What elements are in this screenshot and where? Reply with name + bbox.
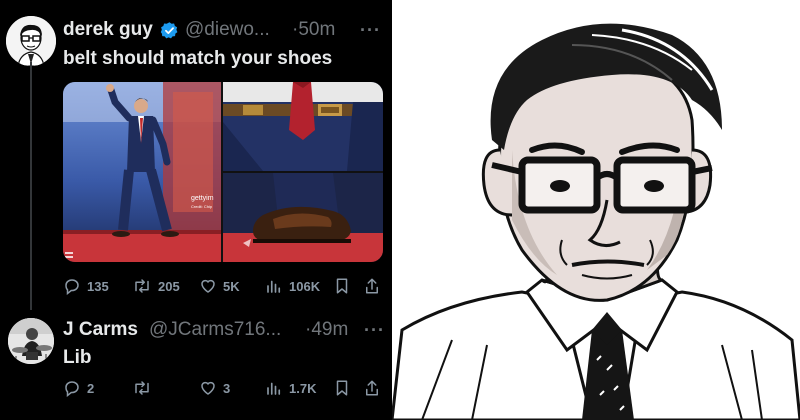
tweet-1-time[interactable]: ·50m bbox=[292, 19, 335, 41]
tweet-1-bookmark-button[interactable] bbox=[334, 277, 350, 295]
tweet-1-share-button[interactable] bbox=[364, 277, 380, 295]
tweet-1-like-button[interactable]: 5K bbox=[199, 277, 240, 295]
thread-connector-line bbox=[30, 62, 32, 310]
tweet-1-retweet-count: 205 bbox=[158, 278, 180, 294]
share-icon bbox=[366, 380, 378, 396]
share-icon bbox=[366, 278, 378, 294]
tweet-2-reply-count: 2 bbox=[87, 380, 95, 396]
bookmark-icon bbox=[336, 380, 348, 396]
tweet-2-like-count: 3 bbox=[223, 380, 231, 396]
views-icon bbox=[267, 280, 281, 293]
tweet-1-more-button[interactable]: ··· bbox=[360, 20, 381, 41]
tweet-1-views-button[interactable]: 106K bbox=[265, 277, 320, 295]
retweet-icon bbox=[135, 279, 149, 293]
reply-icon bbox=[65, 381, 79, 397]
illustrated-man-avatar-icon bbox=[6, 16, 56, 66]
tweet-1-handle[interactable]: @diewo... bbox=[185, 19, 270, 41]
retweet-icon bbox=[135, 381, 149, 395]
tweet-1-like-count: 5K bbox=[223, 278, 240, 294]
tweet-1-text: belt should match your shoes bbox=[63, 48, 333, 69]
man-with-glasses-illustration bbox=[392, 0, 800, 420]
tweet-2-like-button[interactable]: 3 bbox=[199, 379, 230, 397]
tweet-2-display-name[interactable]: J Carms bbox=[63, 319, 138, 341]
getty-credit: Credit: Chip bbox=[191, 204, 213, 209]
views-icon bbox=[267, 382, 281, 395]
tweet-2-views-count: 1.7K bbox=[289, 380, 317, 396]
tweet-2-more-button[interactable]: ··· bbox=[364, 320, 385, 341]
reply-icon bbox=[65, 279, 79, 295]
tweet-2-share-button[interactable] bbox=[364, 379, 380, 397]
verified-badge-icon bbox=[160, 21, 179, 45]
tweet-2-reply-button[interactable]: 2 bbox=[63, 379, 94, 397]
getty-watermark: gettyim bbox=[191, 195, 214, 202]
derek-guy-avatar[interactable] bbox=[6, 16, 56, 66]
tweet-2-text: Lib bbox=[63, 347, 92, 368]
tweet-2-retweet-button[interactable] bbox=[132, 379, 158, 397]
tweet-1-retweet-button[interactable]: 205 bbox=[132, 277, 180, 295]
tweet-2-views-button[interactable]: 1.7K bbox=[265, 379, 316, 397]
tweet-thread: derek guy @diewo... ·50m ··· belt should… bbox=[0, 0, 392, 420]
tweet-1-reply-count: 135 bbox=[87, 278, 109, 294]
j-carms-avatar[interactable] bbox=[8, 318, 54, 364]
tweet-1-display-name[interactable]: derek guy bbox=[63, 19, 153, 41]
tweet-1-media-grid[interactable]: gettyim Credit: Chip bbox=[63, 82, 383, 262]
tweet-2-handle[interactable]: @JCarms716... bbox=[149, 319, 281, 341]
like-icon bbox=[201, 279, 215, 293]
tweet-2-time[interactable]: ·49m bbox=[305, 319, 348, 341]
media-photo-shoe-closeup[interactable] bbox=[223, 173, 383, 262]
tweet-1-reply-button[interactable]: 135 bbox=[63, 277, 109, 295]
illustrated-portrait bbox=[392, 0, 800, 420]
drummer-photo-avatar-icon bbox=[8, 318, 54, 364]
media-photo-belt-closeup[interactable] bbox=[223, 82, 383, 171]
like-icon bbox=[201, 381, 215, 395]
bookmark-icon bbox=[336, 278, 348, 294]
tweet-1-views-count: 106K bbox=[289, 278, 321, 294]
tweet-2-bookmark-button[interactable] bbox=[334, 379, 350, 397]
media-photo-stage-walk[interactable]: gettyim Credit: Chip bbox=[63, 82, 221, 262]
